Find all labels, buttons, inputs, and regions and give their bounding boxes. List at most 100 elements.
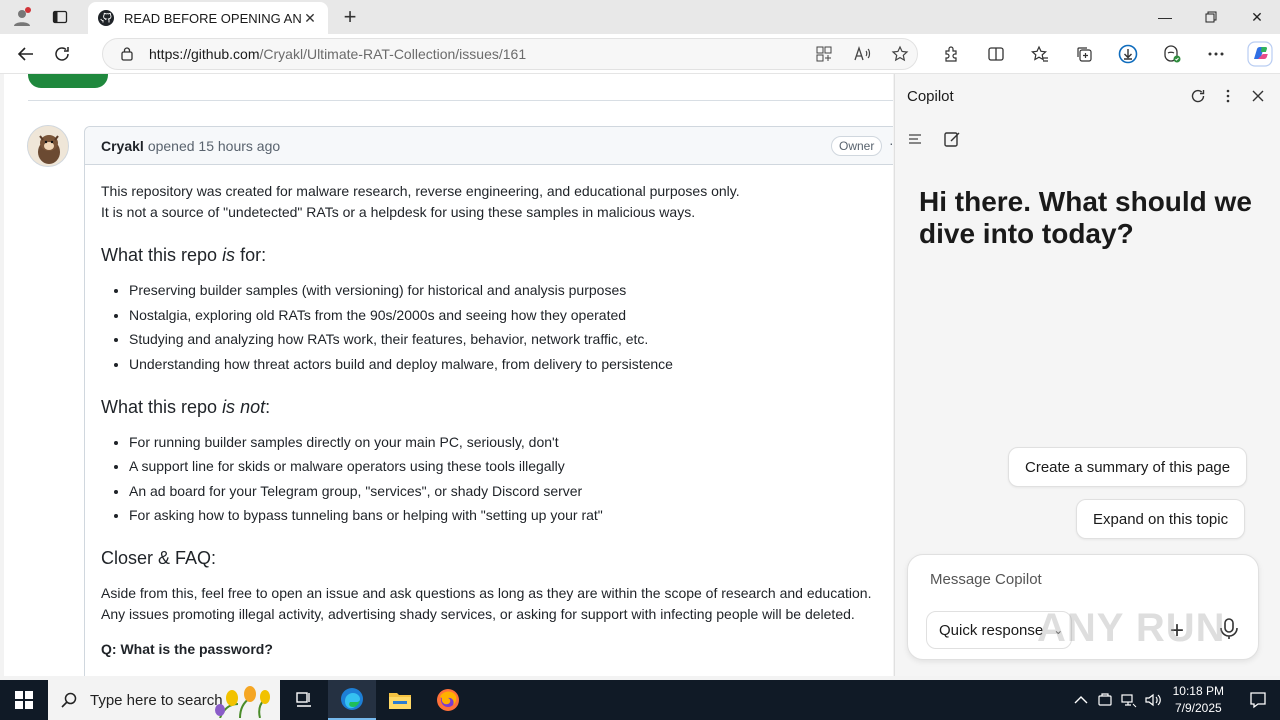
chip-create-summary[interactable]: Create a summary of this page: [1008, 447, 1248, 487]
copilot-header: Copilot: [895, 74, 1280, 118]
system-tray: 10:18 PM 7/9/2025: [1069, 680, 1280, 720]
heading-is-for: What this repo is for:: [101, 245, 267, 265]
folder-icon: [389, 693, 411, 709]
url-host: https://github.com: [149, 46, 260, 62]
header-divider: [28, 100, 893, 101]
volume-icon[interactable]: [1141, 692, 1165, 708]
heading-faq: Closer & FAQ:: [101, 548, 217, 568]
read-aloud-icon[interactable]: [853, 45, 871, 63]
refresh-button[interactable]: [44, 38, 80, 70]
back-arrow-icon: [17, 46, 33, 61]
copilot-new-chat-icon[interactable]: [943, 130, 961, 148]
heading-is-not: What this repo is not:: [101, 396, 271, 417]
collections-icon[interactable]: [1062, 34, 1106, 74]
comment-body: This repository was created for malware …: [85, 165, 893, 660]
github-logo-icon: [98, 10, 114, 26]
task-view-button[interactable]: [280, 680, 328, 720]
show-hidden-icons-chevron-up-icon[interactable]: [1069, 695, 1093, 705]
anyrun-watermark: ANY RUN: [1037, 606, 1226, 650]
avatar-image: [28, 126, 68, 166]
app-available-icon[interactable]: [815, 45, 833, 63]
site-info-icon[interactable]: [119, 46, 135, 62]
taskbar-search[interactable]: Type here to search: [48, 680, 280, 720]
task-view-icon: [296, 692, 311, 707]
new-tab-button[interactable]: +: [338, 4, 362, 30]
network-icon[interactable]: [1117, 692, 1141, 708]
message-input[interactable]: Message Copilot: [930, 571, 1042, 588]
browser-essentials-icon[interactable]: [1150, 34, 1194, 74]
copilot-history-icon[interactable]: [907, 130, 925, 148]
author-name[interactable]: Cryakl: [101, 138, 144, 154]
response-mode-label: Quick response: [939, 621, 1044, 639]
owner-badge: Owner: [831, 136, 883, 156]
clock-date: 7/9/2025: [1174, 701, 1222, 715]
comment-options-icon[interactable]: ·: [889, 135, 893, 151]
github-issue-page: Cryakl opened 15 hours ago Owner · This …: [4, 74, 893, 676]
intro-line-1: This repository was created for malware …: [101, 183, 740, 199]
chip-expand-topic[interactable]: Expand on this topic: [1076, 499, 1246, 539]
start-button[interactable]: [0, 680, 48, 720]
favorites-icon[interactable]: [1018, 34, 1062, 74]
list-item: A support line for skids or malware oper…: [129, 456, 887, 477]
list-item: For asking how to bypass tunneling bans …: [129, 505, 887, 526]
back-button[interactable]: [8, 38, 44, 70]
split-screen-icon[interactable]: [974, 34, 1018, 74]
clock-time: 10:18 PM: [1172, 684, 1224, 698]
close-window-icon[interactable]: ✕: [1234, 0, 1280, 34]
faq-question-password: Q: What is the password?: [101, 641, 273, 657]
copilot-more-icon[interactable]: [1220, 88, 1236, 104]
security-shield-icon[interactable]: [1093, 692, 1117, 708]
restore-icon[interactable]: [1188, 0, 1234, 34]
tab-title: READ BEFORE OPENING AN ISSU: [124, 10, 302, 26]
copilot-panel: Copilot Hi there. What should we dive in…: [894, 74, 1280, 676]
profile-icon: [14, 7, 31, 26]
minimize-icon[interactable]: —: [1142, 0, 1188, 34]
list-item: Studying and analyzing how RATs work, th…: [129, 329, 887, 350]
search-placeholder: Type here to search: [90, 691, 223, 709]
intro-line-2: It is not a source of "undetected" RATs …: [101, 204, 696, 220]
issue-comment: Cryakl opened 15 hours ago Owner · This …: [84, 126, 893, 676]
notification-center-button[interactable]: [1236, 691, 1280, 709]
tab-github-issue[interactable]: READ BEFORE OPENING AN ISSU ✕: [88, 2, 328, 34]
windows-logo-icon: [15, 691, 33, 709]
tab-actions-button[interactable]: [44, 0, 76, 34]
notification-icon: [1250, 692, 1266, 709]
address-bar-actions: [815, 39, 909, 69]
list-item: Nostalgia, exploring old RATs from the 9…: [129, 305, 887, 326]
url-text: https://github.com/Cryakl/Ultimate-RAT-C…: [149, 46, 526, 62]
list-item: For running builder samples directly on …: [129, 432, 887, 453]
list-item: Understanding how threat actors build an…: [129, 354, 887, 375]
copilot-close-icon[interactable]: [1250, 88, 1266, 104]
author-avatar[interactable]: [27, 125, 69, 167]
extensions-icon[interactable]: [930, 34, 974, 74]
downloads-icon[interactable]: [1106, 34, 1150, 74]
faq-line-2: Any issues promoting illegal activity, a…: [101, 606, 855, 622]
taskbar-firefox[interactable]: [424, 680, 472, 720]
url-path: /Cryakl/Ultimate-RAT-Collection/issues/1…: [259, 46, 527, 62]
settings-more-icon[interactable]: [1194, 34, 1238, 74]
toolbar-right-actions: [930, 34, 1280, 74]
taskbar-clock[interactable]: 10:18 PM 7/9/2025: [1173, 683, 1224, 717]
tab-actions-icon: [52, 10, 68, 24]
faq-line-1: Aside from this, feel free to open an is…: [101, 585, 872, 601]
is-for-list: Preserving builder samples (with version…: [129, 280, 887, 375]
issue-open-badge: [28, 74, 108, 88]
taskbar-file-explorer[interactable]: [376, 680, 424, 720]
firefox-icon: [437, 689, 459, 711]
copilot-toolbar-icon[interactable]: [1238, 34, 1280, 74]
list-item: An ad board for your Telegram group, "se…: [129, 481, 887, 502]
refresh-icon: [55, 46, 69, 61]
browser-toolbar: https://github.com/Cryakl/Ultimate-RAT-C…: [0, 34, 1280, 74]
favorite-star-icon[interactable]: [891, 45, 909, 63]
profile-button[interactable]: [0, 0, 44, 34]
edge-browser-icon: [341, 688, 363, 710]
window-controls: — ✕: [1142, 0, 1280, 34]
tab-close-icon[interactable]: ✕: [302, 10, 318, 27]
copilot-greeting: Hi there. What should we dive into today…: [919, 186, 1252, 249]
taskbar-edge[interactable]: [328, 680, 376, 720]
copilot-refresh-icon[interactable]: [1190, 88, 1206, 104]
comment-header: Cryakl opened 15 hours ago Owner ·: [85, 127, 893, 165]
search-highlight-tulips-icon: [215, 686, 270, 718]
copilot-title: Copilot: [907, 87, 954, 105]
address-bar[interactable]: https://github.com/Cryakl/Ultimate-RAT-C…: [102, 38, 918, 70]
